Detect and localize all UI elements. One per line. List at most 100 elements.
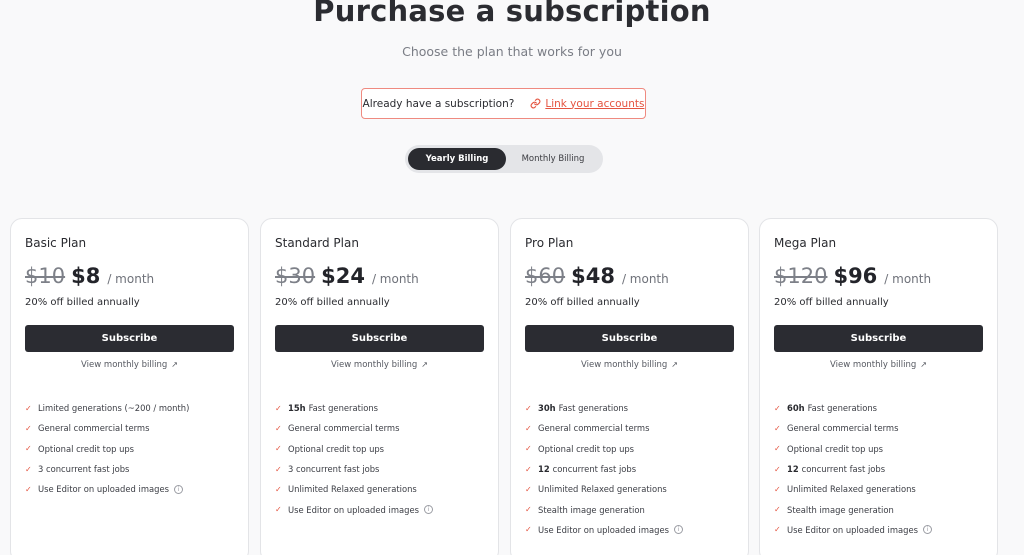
check-icon: ✓	[275, 464, 282, 474]
plan-price: $120 $96 / month	[774, 264, 931, 288]
feature-list: ✓ 15h Fast generations ✓ General commercial …	[275, 398, 433, 520]
feature-highlight: 30h	[538, 403, 556, 414]
price-period: / month	[371, 272, 419, 286]
feature-item: ✓ Optional credit top ups	[25, 439, 189, 459]
page-subtitle: Choose the plan that works for you	[402, 44, 622, 59]
original-price: $60	[525, 264, 566, 288]
feature-text: Use Editor on uploaded images	[288, 504, 419, 515]
view-monthly-billing-link[interactable]: View monthly billing ↗	[774, 360, 983, 370]
feature-text: Fast generations	[308, 403, 379, 414]
feature-list: ✓ Limited generations (~200 / month) ✓ Gene…	[25, 398, 189, 499]
check-icon: ✓	[774, 525, 781, 535]
check-icon: ✓	[774, 423, 781, 433]
feature-item: ✓ Use Editor on uploaded images i	[774, 520, 932, 540]
feature-item: ✓ 30h Fast generations	[525, 398, 683, 418]
feature-text: Optional credit top ups	[787, 443, 884, 454]
feature-item: ✓ Use Editor on uploaded images i	[275, 499, 433, 519]
plan-price: $30 $24 / month	[275, 264, 419, 288]
check-icon: ✓	[774, 403, 781, 413]
check-icon: ✓	[275, 444, 282, 454]
plan-name: Standard Plan	[275, 236, 359, 250]
subscribe-button[interactable]: Subscribe	[774, 325, 983, 352]
feature-item: ✓ 12 concurrent fast jobs	[774, 459, 932, 479]
info-icon[interactable]: i	[922, 525, 932, 535]
plan-card-standard: Standard Plan $30 $24 / month 20% off bi…	[260, 218, 499, 555]
check-icon: ✓	[275, 484, 282, 494]
subscribe-button[interactable]: Subscribe	[525, 325, 734, 352]
check-icon: ✓	[25, 444, 32, 454]
check-icon: ✓	[275, 403, 282, 413]
feature-item: ✓ 60h Fast generations	[774, 398, 932, 418]
feature-text: concurrent fast jobs	[801, 464, 886, 475]
subscribe-button[interactable]: Subscribe	[25, 325, 234, 352]
subscribe-button[interactable]: Subscribe	[275, 325, 484, 352]
view-monthly-billing-link[interactable]: View monthly billing ↗	[25, 360, 234, 370]
view-monthly-billing-label: View monthly billing	[331, 360, 418, 370]
yearly-billing-option[interactable]: Yearly Billing	[408, 148, 506, 170]
info-icon[interactable]: i	[423, 505, 433, 515]
arrow-up-right-icon: ↗	[421, 360, 428, 369]
info-icon[interactable]: i	[673, 525, 683, 535]
discount-note: 20% off billed annually	[525, 297, 640, 308]
check-icon: ✓	[25, 423, 32, 433]
feature-text: 3 concurrent fast jobs	[288, 464, 380, 475]
feature-text: concurrent fast jobs	[552, 464, 637, 475]
feature-text: General commercial terms	[288, 423, 400, 434]
view-monthly-billing-link[interactable]: View monthly billing ↗	[275, 360, 484, 370]
check-icon: ✓	[25, 484, 32, 494]
page-title: Purchase a subscription	[313, 0, 711, 28]
check-icon: ✓	[525, 484, 532, 494]
feature-item: ✓ Stealth image generation	[774, 499, 932, 519]
monthly-billing-option[interactable]: Monthly Billing	[506, 148, 600, 170]
plan-card-basic: Basic Plan $10 $8 / month 20% off billed…	[10, 218, 249, 555]
original-price: $30	[275, 264, 316, 288]
feature-list: ✓ 60h Fast generations ✓ General commercial …	[774, 398, 932, 540]
feature-text: Fast generations	[807, 403, 878, 414]
arrow-up-right-icon: ↗	[920, 360, 927, 369]
view-monthly-billing-link[interactable]: View monthly billing ↗	[525, 360, 734, 370]
discount-note: 20% off billed annually	[275, 297, 390, 308]
view-monthly-billing-label: View monthly billing	[830, 360, 917, 370]
link-accounts-link[interactable]: Link your accounts	[530, 98, 644, 110]
feature-item: ✓ Use Editor on uploaded images i	[525, 520, 683, 540]
link-icon	[530, 98, 541, 109]
feature-text: Unlimited Relaxed generations	[538, 484, 667, 495]
feature-text: Optional credit top ups	[38, 443, 135, 454]
feature-text: Stealth image generation	[787, 504, 894, 515]
feature-item: ✓ Unlimited Relaxed generations	[275, 479, 433, 499]
feature-item: ✓ Optional credit top ups	[525, 439, 683, 459]
feature-text: Stealth image generation	[538, 504, 645, 515]
feature-text: General commercial terms	[787, 423, 899, 434]
link-accounts-banner: Already have a subscription? Link your a…	[361, 88, 646, 119]
discount-note: 20% off billed annually	[774, 297, 889, 308]
feature-item: ✓ 3 concurrent fast jobs	[275, 459, 433, 479]
plan-card-mega: Mega Plan $120 $96 / month 20% off bille…	[759, 218, 998, 555]
view-monthly-billing-label: View monthly billing	[581, 360, 668, 370]
feature-item: ✓ 15h Fast generations	[275, 398, 433, 418]
check-icon: ✓	[525, 464, 532, 474]
feature-text: 3 concurrent fast jobs	[38, 464, 130, 475]
feature-text: Optional credit top ups	[288, 443, 385, 454]
check-icon: ✓	[525, 444, 532, 454]
feature-text: Limited generations (~200 / month)	[38, 403, 190, 414]
plan-price: $60 $48 / month	[525, 264, 669, 288]
plan-name: Pro Plan	[525, 236, 574, 250]
feature-text: Unlimited Relaxed generations	[288, 484, 417, 495]
check-icon: ✓	[774, 444, 781, 454]
feature-text: General commercial terms	[538, 423, 650, 434]
feature-item: ✓ General commercial terms	[25, 418, 189, 438]
feature-item: ✓ Stealth image generation	[525, 499, 683, 519]
original-price: $120	[774, 264, 828, 288]
feature-item: ✓ Optional credit top ups	[774, 439, 932, 459]
feature-text: Fast generations	[558, 403, 629, 414]
feature-item: ✓ Limited generations (~200 / month)	[25, 398, 189, 418]
info-icon[interactable]: i	[173, 484, 183, 494]
feature-text: Use Editor on uploaded images	[787, 524, 918, 535]
check-icon: ✓	[525, 423, 532, 433]
feature-item: ✓ General commercial terms	[525, 418, 683, 438]
discounted-price: $48	[571, 264, 615, 288]
discount-note: 20% off billed annually	[25, 297, 140, 308]
discounted-price: $8	[71, 264, 101, 288]
discounted-price: $96	[833, 264, 878, 288]
feature-text: Unlimited Relaxed generations	[787, 484, 916, 495]
